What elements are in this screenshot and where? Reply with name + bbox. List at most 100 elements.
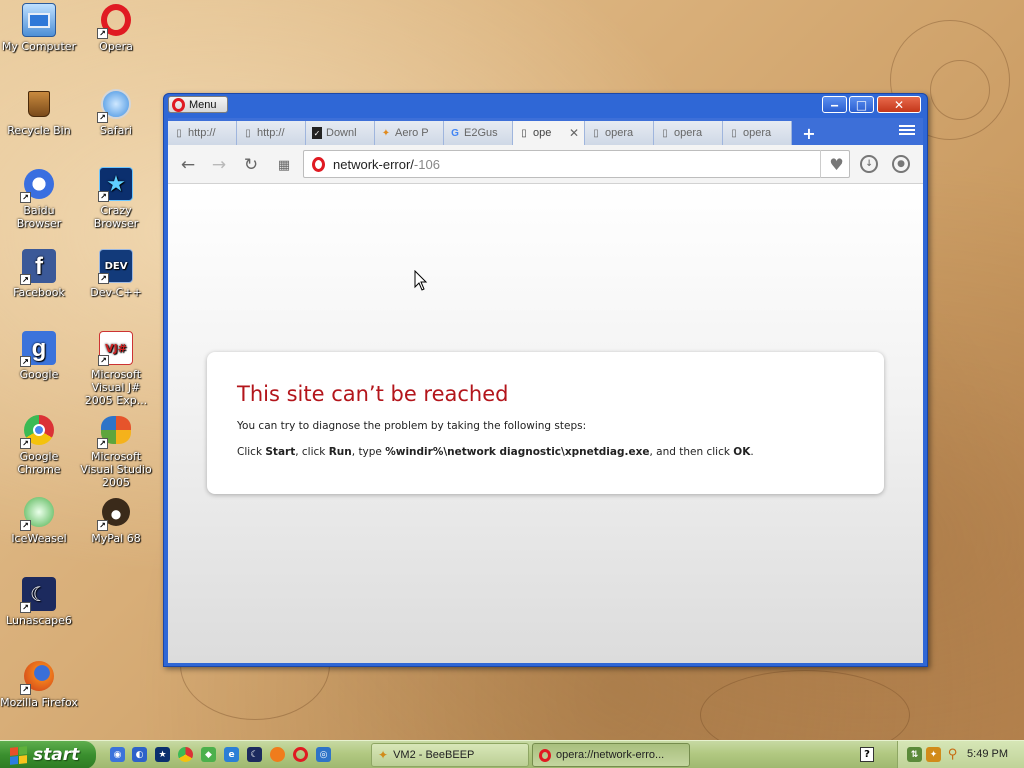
address-text: network-error/-106 (333, 156, 440, 172)
aero-icon: ✦ (381, 127, 391, 139)
quicklaunch-firefox-icon[interactable] (270, 747, 285, 762)
opera-logo-icon (172, 97, 185, 112)
start-button[interactable]: start (0, 741, 96, 768)
google-icon: g ↗ (20, 331, 56, 367)
desktop-icon-label: Recycle Bin (7, 124, 71, 137)
opera-menu-button[interactable]: Menu (168, 96, 228, 113)
tab[interactable]: ▯ opera (585, 121, 654, 145)
desktop-icon-firefox[interactable]: ↗ Mozilla Firefox (0, 659, 78, 709)
desktop-icon-baidu-browser[interactable]: ↗ Baidu Browser (0, 167, 78, 230)
lunascape-icon: ☾ ↗ (20, 577, 56, 613)
dev-cpp-icon: DEV ↗ (98, 249, 133, 284)
baidu-browser-icon: ↗ (20, 167, 56, 203)
desktop-icon-label: Microsoft Visual J# 2005 Exp... (84, 368, 148, 407)
facebook-icon: f ↗ (20, 249, 56, 285)
taskbar-item-opera[interactable]: opera://network-erro... (532, 743, 690, 767)
desktop-icon-opera[interactable]: ↗ Opera (77, 3, 155, 53)
iceweasel-icon: ↗ (20, 495, 56, 531)
desktop-icon-label: Mozilla Firefox (0, 696, 78, 709)
task-label: opera://network-erro... (556, 749, 665, 761)
desktop-icon-label: Facebook (13, 286, 65, 299)
tray-search-icon[interactable]: ⚲ (945, 747, 960, 762)
tab-label: Aero P (395, 127, 429, 139)
close-button[interactable]: ✕ (877, 96, 921, 113)
tab[interactable]: ✦ Aero P (375, 121, 444, 145)
page-icon: ▯ (176, 127, 182, 139)
page-icon: ▯ (731, 127, 737, 139)
tray-network-icon[interactable]: ⇅ (907, 747, 922, 762)
opera-badge-icon (312, 156, 325, 172)
desktop-icon-facebook[interactable]: f ↗ Facebook (0, 249, 78, 299)
download-button[interactable]: ↓ (860, 155, 878, 173)
quicklaunch-chrome-icon[interactable] (178, 747, 193, 762)
mouse-cursor-icon (414, 270, 428, 291)
desktop-icon-google[interactable]: g ↗ Google (0, 331, 78, 381)
desktop-icon-dev-cpp[interactable]: DEV ↗ Dev-C++ (77, 249, 155, 299)
quicklaunch-baidu-icon[interactable]: ◐ (132, 747, 147, 762)
desktop-icon-safari[interactable]: ↗ Safari (77, 87, 155, 137)
firefox-icon: ↗ (20, 659, 56, 695)
desktop-icon-lunascape[interactable]: ☾ ↗ Lunascape6 (0, 577, 78, 627)
tray-beebeep-icon[interactable]: ✦ (926, 747, 941, 762)
title-bar[interactable]: Menu ‒ □ ✕ (164, 94, 927, 116)
new-tab-button[interactable]: + (794, 121, 824, 145)
minimize-button[interactable]: ‒ (822, 96, 847, 113)
tab-strip: ▯ http:// ▯ http:// ✓ Downl ✦ Aero P G E… (168, 118, 923, 145)
desktop-icon-mypal[interactable]: ↗ MyPal 68 (77, 495, 155, 545)
tab-label: opera (743, 127, 772, 139)
desktop-icon-label: Baidu Browser (16, 204, 62, 230)
account-button[interactable]: ● (892, 155, 910, 173)
beebeep-icon: ✦ (378, 748, 389, 762)
task-label: VM2 - BeeBEEP (393, 749, 475, 761)
page-content: This site can’t be reached You can try t… (168, 184, 923, 663)
tab[interactable]: ▯ http:// (237, 121, 306, 145)
quicklaunch-app-icon[interactable]: ◎ (316, 747, 331, 762)
help-icon[interactable]: ? (860, 747, 874, 762)
forward-button[interactable]: → (209, 155, 229, 175)
address-bar[interactable]: network-error/-106 (303, 150, 850, 178)
tab[interactable]: G E2Gus (444, 121, 513, 145)
system-tray: ⇅ ✦ ⚲ 5:49 PM (897, 741, 1024, 768)
visual-jsharp-icon: VJ# ↗ (98, 331, 133, 366)
reload-button[interactable]: ↻ (241, 155, 261, 175)
tab-label: http:// (188, 127, 216, 139)
desktop-icon-label: Opera (99, 40, 133, 53)
tab-active[interactable]: ▯ ope ✕ (513, 121, 585, 145)
taskbar: start ◉ ◐ ★ ◆ e ☾ ◎ ✦ VM2 - BeeBEEP oper… (0, 740, 1024, 768)
desktop-icon-label: Microsoft Visual Studio 2005 (80, 450, 152, 489)
quicklaunch-crazy-browser-icon[interactable]: ★ (155, 747, 170, 762)
wallpaper-sketch (930, 60, 990, 120)
page-icon: ▯ (245, 127, 251, 139)
crazy-browser-icon: ★ ↗ (98, 167, 133, 202)
quicklaunch-iceweasel-icon[interactable]: ◆ (201, 747, 216, 762)
tab[interactable]: ▯ opera (654, 121, 723, 145)
tab[interactable]: ▯ http:// (168, 121, 237, 145)
tab-menu-icon[interactable] (899, 122, 915, 138)
tab-close-icon[interactable]: ✕ (569, 126, 579, 140)
quicklaunch-opera-icon[interactable] (293, 747, 308, 762)
tab[interactable]: ▯ opera (723, 121, 792, 145)
maximize-button[interactable]: □ (849, 96, 874, 113)
tab[interactable]: ✓ Downl (306, 121, 375, 145)
quicklaunch-lunascape-icon[interactable]: ☾ (247, 747, 262, 762)
page-icon: ▯ (521, 127, 527, 139)
tab-label: opera (605, 127, 634, 139)
windows-logo-icon (10, 745, 27, 765)
quicklaunch-network-icon[interactable]: ◉ (110, 747, 125, 762)
desktop-icon-my-computer[interactable]: My Computer (0, 3, 78, 53)
desktop-icon-crazy-browser[interactable]: ★ ↗ Crazy Browser (77, 167, 155, 230)
bookmark-heart-button[interactable]: ♥ (820, 150, 852, 178)
desktop-icon-visual-jsharp[interactable]: VJ# ↗ Microsoft Visual J# 2005 Exp... (77, 331, 155, 407)
desktop-icon-iceweasel[interactable]: ↗ IceWeasel (0, 495, 78, 545)
tab-label: opera (674, 127, 703, 139)
quicklaunch-ie-icon[interactable]: e (224, 747, 239, 762)
desktop-icon-visual-studio[interactable]: ↗ Microsoft Visual Studio 2005 (77, 413, 155, 489)
back-button[interactable]: ← (178, 155, 198, 175)
desktop-icon-label: IceWeasel (11, 532, 67, 545)
desktop-icon-google-chrome[interactable]: ↗ Google Chrome (0, 413, 78, 476)
desktop-icon-label: Safari (100, 124, 132, 137)
page-icon: ▯ (593, 127, 599, 139)
speed-dial-grid-icon[interactable]: ▦ (274, 155, 294, 175)
taskbar-item-beebeep[interactable]: ✦ VM2 - BeeBEEP (371, 743, 529, 767)
desktop-icon-recycle-bin[interactable]: Recycle Bin (0, 87, 78, 137)
